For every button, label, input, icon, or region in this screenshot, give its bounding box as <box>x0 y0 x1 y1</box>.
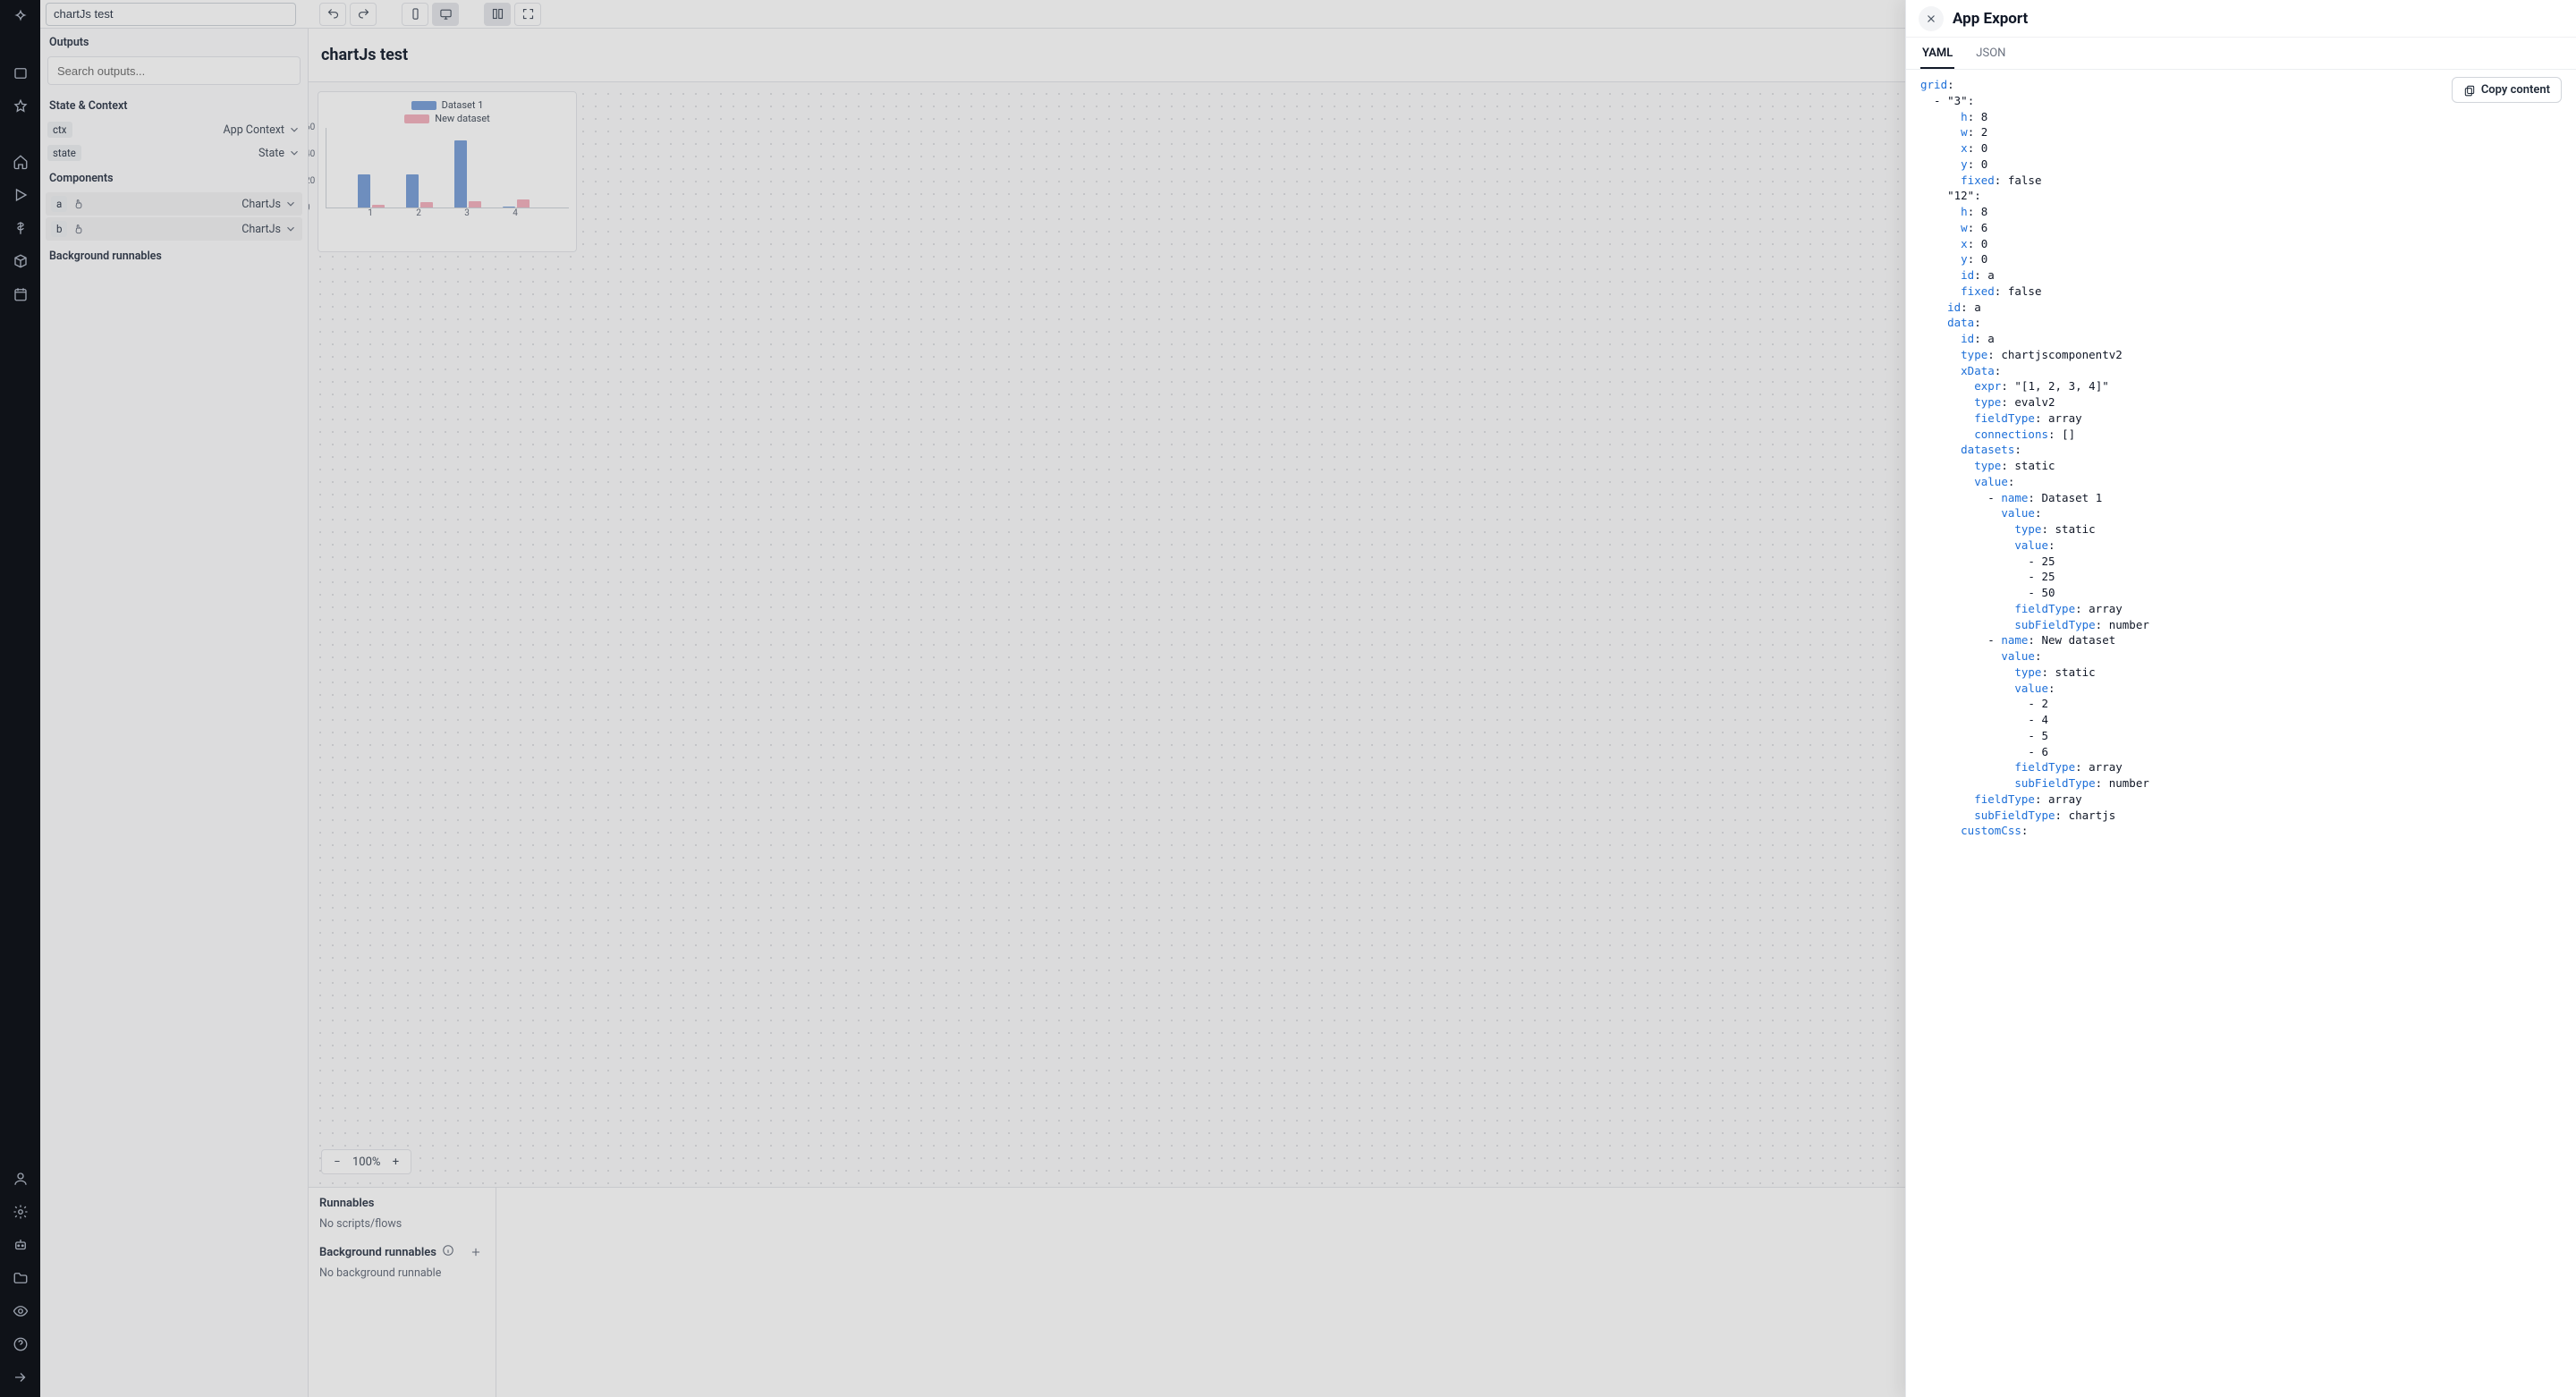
ctx-row[interactable]: ctx App Context <box>40 118 308 141</box>
calendar-icon[interactable] <box>12 285 30 303</box>
components-title: Components <box>40 165 308 190</box>
layout-columns-button[interactable] <box>484 3 511 26</box>
bg-runnables-title2: Background runnables <box>319 1246 436 1259</box>
tab-json[interactable]: JSON <box>1974 38 2007 69</box>
chart-bars: 0204060 <box>326 128 569 208</box>
mobile-view-button[interactable] <box>402 3 428 26</box>
export-tabs: YAML JSON <box>1906 38 2576 70</box>
ctx-badge: ctx <box>47 122 72 138</box>
outputs-title: Outputs <box>40 29 308 55</box>
play-icon[interactable] <box>12 186 30 204</box>
chevron-down-icon <box>284 223 297 235</box>
app-export-drawer: App Export YAML JSON Copy content grid: … <box>1905 0 2576 1397</box>
component-type: ChartJs <box>242 223 281 236</box>
pointer-icon <box>72 223 85 235</box>
search-input[interactable] <box>47 56 301 85</box>
chart-xticks: 1234 <box>326 208 569 218</box>
fullscreen-button[interactable] <box>514 3 541 26</box>
state-context-title: State & Context <box>40 92 308 118</box>
copy-content-button[interactable]: Copy content <box>2452 77 2562 103</box>
chevron-down-icon <box>288 147 301 159</box>
home-icon[interactable] <box>12 153 30 171</box>
settings-icon[interactable] <box>12 1203 30 1221</box>
state-badge: state <box>47 145 81 161</box>
bg-runnables-none: No background runnable <box>319 1266 485 1280</box>
redo-button[interactable] <box>350 3 377 26</box>
component-row[interactable]: a ChartJs <box>46 192 302 216</box>
legend-label: New dataset <box>435 113 490 124</box>
eye-icon[interactable] <box>12 1302 30 1320</box>
folder-icon[interactable] <box>12 1269 30 1287</box>
tab-yaml[interactable]: YAML <box>1920 38 1954 69</box>
chart-legend: Dataset 1 New dataset <box>326 99 569 124</box>
runnables-title: Runnables <box>319 1197 485 1210</box>
cube-icon[interactable] <box>12 252 30 270</box>
component-type: ChartJs <box>242 198 281 211</box>
close-button[interactable] <box>1919 6 1944 31</box>
dollar-icon[interactable] <box>12 219 30 237</box>
undo-button[interactable] <box>319 3 346 26</box>
app-title-input[interactable] <box>46 3 296 26</box>
bg-runnables-title: Background runnables <box>40 242 308 268</box>
collapse-icon[interactable] <box>12 1368 30 1386</box>
drawer-title: App Export <box>1953 10 2028 28</box>
user-icon[interactable] <box>12 1170 30 1188</box>
component-row[interactable]: b ChartJs <box>46 217 302 241</box>
workspace-icon[interactable] <box>12 64 30 82</box>
left-side-panel: Outputs State & Context ctx App Context … <box>40 29 309 1397</box>
bot-icon[interactable] <box>12 1236 30 1254</box>
canvas-title: chartJs test <box>321 46 408 64</box>
star-icon[interactable] <box>12 97 30 115</box>
logo-icon[interactable] <box>12 9 30 27</box>
runnables-none: No scripts/flows <box>319 1217 485 1231</box>
pointer-icon <box>72 198 85 210</box>
desktop-view-button[interactable] <box>432 3 459 26</box>
chevron-down-icon <box>284 198 297 210</box>
zoom-value: 100% <box>352 1156 380 1169</box>
chevron-down-icon <box>288 123 301 136</box>
component-id-badge: b <box>51 221 67 237</box>
help-icon[interactable] <box>12 1335 30 1353</box>
zoom-out-button[interactable]: − <box>329 1154 345 1170</box>
chart-card[interactable]: Dataset 1 New dataset 0204060 1234 <box>318 91 577 252</box>
info-icon[interactable] <box>442 1244 454 1260</box>
yaml-output[interactable]: grid: - "3": h: 8 w: 2 x: 0 y: 0 fixed: … <box>1920 77 2562 839</box>
copy-label: Copy content <box>2481 83 2550 97</box>
zoom-control: − 100% + <box>321 1149 411 1174</box>
legend-label: Dataset 1 <box>442 99 484 111</box>
nav-rail <box>0 0 40 1397</box>
ctx-label: App Context <box>224 123 284 137</box>
state-label: State <box>258 147 284 160</box>
zoom-in-button[interactable]: + <box>387 1154 403 1170</box>
add-bg-runnable-button[interactable] <box>467 1243 485 1261</box>
component-id-badge: a <box>51 196 67 212</box>
state-row[interactable]: state State <box>40 141 308 165</box>
